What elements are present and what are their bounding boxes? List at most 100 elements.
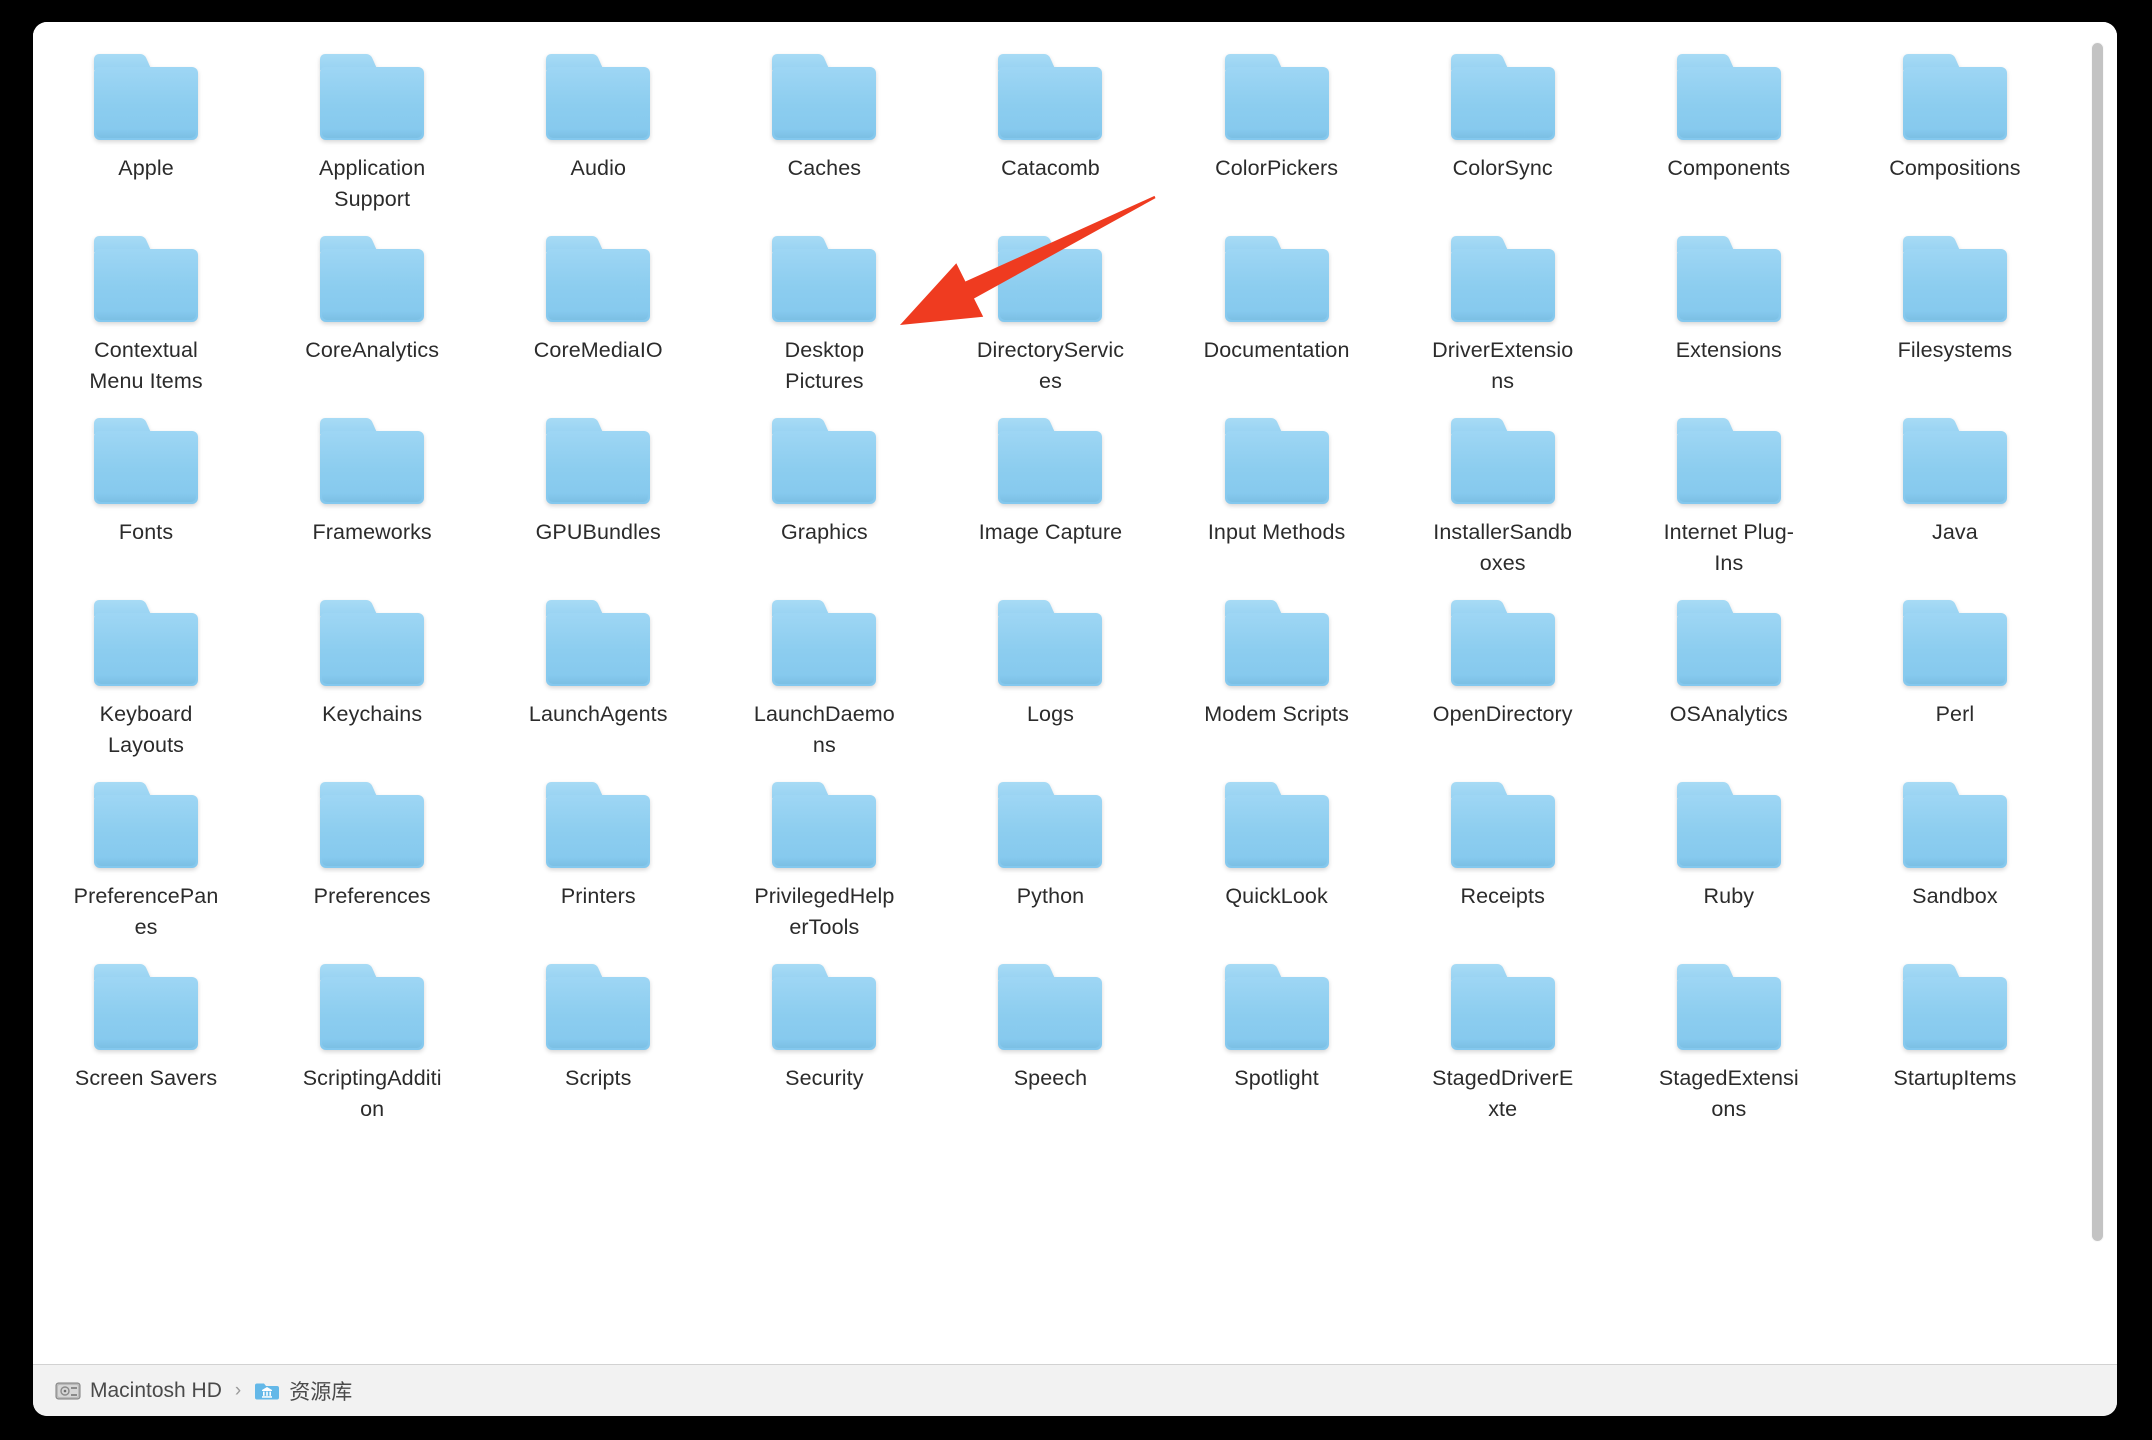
folder-item[interactable]: Screen Savers [33, 954, 259, 1136]
folder-icon[interactable] [1450, 54, 1555, 140]
folder-icon[interactable] [1676, 418, 1781, 504]
folder-item[interactable]: PreferencePanes [33, 772, 259, 954]
folder-item[interactable]: Scripts [485, 954, 711, 1136]
folder-item[interactable]: StagedExtensions [1616, 954, 1842, 1136]
file-browser-content[interactable]: Apple Application Support Audio Caches Catac… [33, 22, 2117, 1364]
folder-icon[interactable] [320, 236, 425, 322]
folder-icon[interactable] [1224, 600, 1329, 686]
folder-item[interactable]: Logs [937, 590, 1163, 772]
folder-item[interactable]: OpenDirectory [1390, 590, 1616, 772]
folder-icon[interactable] [320, 418, 425, 504]
folder-icon[interactable] [1676, 600, 1781, 686]
folder-icon[interactable] [1224, 236, 1329, 322]
folder-item[interactable]: Graphics [711, 408, 937, 590]
folder-item[interactable]: Compositions [1842, 44, 2068, 226]
folder-item[interactable]: Components [1616, 44, 1842, 226]
folder-icon[interactable] [1450, 782, 1555, 868]
folder-icon[interactable] [998, 600, 1103, 686]
folder-item[interactable]: InstallerSandboxes [1390, 408, 1616, 590]
folder-icon[interactable] [772, 54, 877, 140]
folder-icon[interactable] [1676, 782, 1781, 868]
folder-icon[interactable] [320, 964, 425, 1050]
folder-icon[interactable] [1450, 236, 1555, 322]
folder-item[interactable]: StartupItems [1842, 954, 2068, 1136]
folder-item[interactable]: Internet Plug-Ins [1616, 408, 1842, 590]
folder-item[interactable]: Input Methods [1164, 408, 1390, 590]
folder-item[interactable]: Python [937, 772, 1163, 954]
folder-item[interactable]: ScriptingAddition [259, 954, 485, 1136]
folder-item[interactable]: Contextual Menu Items [33, 226, 259, 408]
folder-item[interactable]: Ruby [1616, 772, 1842, 954]
folder-item[interactable]: Filesystems [1842, 226, 2068, 408]
folder-item[interactable]: Keyboard Layouts [33, 590, 259, 772]
folder-item[interactable]: Printers [485, 772, 711, 954]
folder-icon[interactable] [998, 54, 1103, 140]
folder-icon[interactable] [998, 782, 1103, 868]
vertical-scrollbar-track[interactable] [2085, 22, 2111, 1364]
folder-icon[interactable] [772, 600, 877, 686]
folder-icon[interactable] [1676, 964, 1781, 1050]
folder-icon[interactable] [1676, 236, 1781, 322]
folder-icon[interactable] [1902, 782, 2007, 868]
folder-item[interactable]: Apple [33, 44, 259, 226]
folder-icon[interactable] [1902, 964, 2007, 1050]
folder-item[interactable]: ColorPickers [1164, 44, 1390, 226]
folder-icon[interactable] [1902, 418, 2007, 504]
folder-item[interactable]: Java [1842, 408, 2068, 590]
folder-item[interactable]: DirectoryServices [937, 226, 1163, 408]
folder-item[interactable]: Frameworks [259, 408, 485, 590]
breadcrumb-item-macintosh-hd[interactable]: Macintosh HD [55, 1379, 222, 1403]
folder-item[interactable]: Image Capture [937, 408, 1163, 590]
folder-item[interactable]: Documentation [1164, 226, 1390, 408]
folder-item[interactable]: LaunchAgents [485, 590, 711, 772]
folder-icon[interactable] [1450, 418, 1555, 504]
folder-item[interactable]: Caches [711, 44, 937, 226]
folder-icon[interactable] [1224, 964, 1329, 1050]
folder-item[interactable]: CoreMediaIO [485, 226, 711, 408]
folder-icon[interactable] [998, 236, 1103, 322]
folder-icon[interactable] [546, 54, 651, 140]
folder-icon[interactable] [998, 964, 1103, 1050]
folder-item[interactable]: Application Support [259, 44, 485, 226]
folder-icon[interactable] [546, 418, 651, 504]
folder-item[interactable]: Spotlight [1164, 954, 1390, 1136]
folder-icon[interactable] [1902, 236, 2007, 322]
vertical-scrollbar-thumb[interactable] [2091, 42, 2104, 1242]
folder-item[interactable]: DriverExtensions [1390, 226, 1616, 408]
folder-icon[interactable] [772, 418, 877, 504]
folder-icon[interactable] [320, 54, 425, 140]
folder-item[interactable]: PrivilegedHelperTools [711, 772, 937, 954]
folder-item[interactable]: ColorSync [1390, 44, 1616, 226]
folder-icon[interactable] [772, 236, 877, 322]
folder-icon[interactable] [94, 782, 199, 868]
breadcrumb-item-library[interactable]: 资源库 [254, 1376, 352, 1406]
folder-icon[interactable] [94, 418, 199, 504]
folder-icon[interactable] [1224, 418, 1329, 504]
folder-icon[interactable] [94, 600, 199, 686]
folder-icon[interactable] [1902, 600, 2007, 686]
folder-icon[interactable] [320, 782, 425, 868]
folder-icon[interactable] [1450, 964, 1555, 1050]
folder-icon[interactable] [1450, 600, 1555, 686]
folder-item[interactable]: Perl [1842, 590, 2068, 772]
folder-item[interactable]: Speech [937, 954, 1163, 1136]
folder-icon[interactable] [1224, 54, 1329, 140]
folder-icon[interactable] [320, 600, 425, 686]
folder-item[interactable]: Audio [485, 44, 711, 226]
folder-icon[interactable] [772, 964, 877, 1050]
folder-item[interactable]: OSAnalytics [1616, 590, 1842, 772]
folder-item[interactable]: GPUBundles [485, 408, 711, 590]
folder-item[interactable]: Catacomb [937, 44, 1163, 226]
folder-item[interactable]: Fonts [33, 408, 259, 590]
folder-icon[interactable] [1676, 54, 1781, 140]
folder-item[interactable]: QuickLook [1164, 772, 1390, 954]
folder-item[interactable]: CoreAnalytics [259, 226, 485, 408]
folder-icon[interactable] [546, 782, 651, 868]
folder-item[interactable]: Extensions [1616, 226, 1842, 408]
folder-icon[interactable] [546, 600, 651, 686]
folder-icon[interactable] [546, 964, 651, 1050]
folder-icon[interactable] [998, 418, 1103, 504]
folder-item[interactable]: Modem Scripts [1164, 590, 1390, 772]
folder-item[interactable]: Sandbox [1842, 772, 2068, 954]
folder-item[interactable]: Preferences [259, 772, 485, 954]
